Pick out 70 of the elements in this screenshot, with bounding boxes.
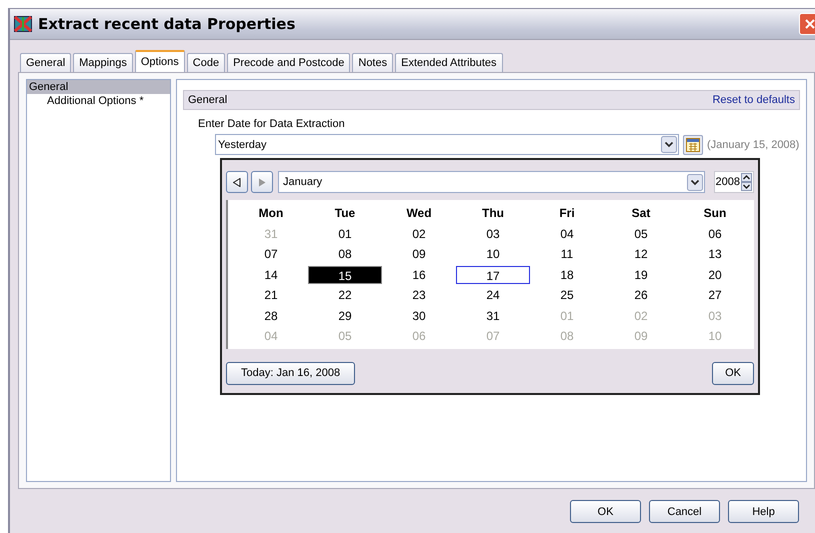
day-cell[interactable]: 14 bbox=[234, 266, 308, 284]
weekday-header: Tue bbox=[334, 206, 356, 220]
field-label: Enter Date for Data Extraction bbox=[198, 118, 346, 130]
spinner-arrows-icon bbox=[741, 173, 752, 191]
ok-button[interactable]: OK bbox=[712, 362, 754, 384]
calendar-button[interactable] bbox=[683, 134, 703, 154]
day-cell[interactable]: 30 bbox=[382, 306, 456, 325]
date-preview: (January 15, 2008) bbox=[707, 138, 800, 150]
day-cell[interactable]: 05 bbox=[604, 224, 678, 243]
calendar-icon bbox=[686, 138, 700, 152]
tab[interactable]: Mappings bbox=[73, 53, 133, 72]
tab[interactable]: Precode and Postcode bbox=[227, 53, 350, 72]
day-cell[interactable]: 11 bbox=[530, 245, 604, 264]
day-cell[interactable]: 13 bbox=[678, 245, 752, 264]
app-icon bbox=[14, 16, 32, 32]
day-cell[interactable]: 19 bbox=[604, 266, 678, 284]
day-cell[interactable]: 06 bbox=[678, 224, 752, 243]
weekday-header: Wed bbox=[405, 206, 433, 220]
day-cell[interactable]: 03 bbox=[456, 224, 530, 243]
day-cell[interactable]: 01 bbox=[308, 224, 382, 243]
previous-month-button[interactable] bbox=[226, 171, 248, 193]
day-cell[interactable]: 23 bbox=[382, 286, 456, 304]
tab[interactable]: Notes bbox=[352, 53, 394, 72]
day-cell[interactable]: 02 bbox=[382, 224, 456, 243]
date-dropdown[interactable]: Yesterday bbox=[215, 134, 679, 155]
reset-link[interactable]: Reset to defaults bbox=[712, 94, 795, 106]
tab[interactable]: Extended Attributes bbox=[395, 53, 503, 72]
day-cell[interactable]: 28 bbox=[234, 306, 308, 325]
dialog-button[interactable]: Help bbox=[728, 500, 799, 523]
dialog-button[interactable]: Cancel bbox=[649, 500, 720, 523]
section-title: General bbox=[188, 94, 228, 106]
next-month-button[interactable] bbox=[251, 171, 273, 193]
day-cell[interactable]: 24 bbox=[456, 286, 530, 304]
day-cell[interactable]: 16 bbox=[382, 266, 456, 284]
year-spinner[interactable]: 2008 bbox=[714, 171, 754, 193]
weekday-header: Sun bbox=[702, 206, 728, 220]
tab[interactable]: Code bbox=[186, 53, 226, 72]
day-cell[interactable]: 18 bbox=[530, 266, 604, 284]
weekday-header: Sat bbox=[630, 206, 652, 220]
window-title: Extract recent data Properties bbox=[38, 15, 296, 33]
day-cell[interactable]: 17 bbox=[456, 266, 530, 284]
day-cell[interactable]: 31 bbox=[456, 306, 530, 325]
month-dropdown[interactable]: January bbox=[278, 171, 705, 193]
day-cell[interactable]: 27 bbox=[678, 286, 752, 304]
today-button[interactable]: Today: Jan 16, 2008 bbox=[226, 362, 356, 384]
day-cell[interactable]: 29 bbox=[308, 306, 382, 325]
right-arrow-icon bbox=[258, 178, 266, 186]
day-cell[interactable]: 09 bbox=[382, 245, 456, 264]
weekday-header: Thu bbox=[481, 206, 505, 220]
day-cell[interactable]: 12 bbox=[604, 245, 678, 264]
day-cell[interactable]: 25 bbox=[530, 286, 604, 304]
tree-item[interactable]: General bbox=[27, 80, 170, 94]
day-cell[interactable]: 07 bbox=[234, 245, 308, 264]
day-cell[interactable]: 04 bbox=[530, 224, 604, 243]
tree-item[interactable]: Additional Options * bbox=[27, 94, 170, 108]
close-icon bbox=[804, 18, 815, 30]
day-cell[interactable]: 20 bbox=[678, 266, 752, 284]
day-cell[interactable]: 10 bbox=[456, 245, 530, 264]
day-cell[interactable]: 26 bbox=[604, 286, 678, 304]
day-cell[interactable]: 22 bbox=[308, 286, 382, 304]
left-arrow-icon bbox=[233, 178, 241, 186]
weekday-header: Mon bbox=[258, 206, 284, 220]
day-cell[interactable]: 21 bbox=[234, 286, 308, 304]
dialog-button[interactable]: OK bbox=[570, 500, 641, 523]
day-cell[interactable]: 08 bbox=[308, 245, 382, 264]
tab[interactable]: Options bbox=[134, 50, 185, 72]
tab[interactable]: General bbox=[20, 53, 72, 72]
weekday-header: Fri bbox=[558, 206, 576, 220]
day-cell[interactable]: 15 bbox=[308, 266, 382, 284]
close-button[interactable] bbox=[799, 13, 815, 35]
